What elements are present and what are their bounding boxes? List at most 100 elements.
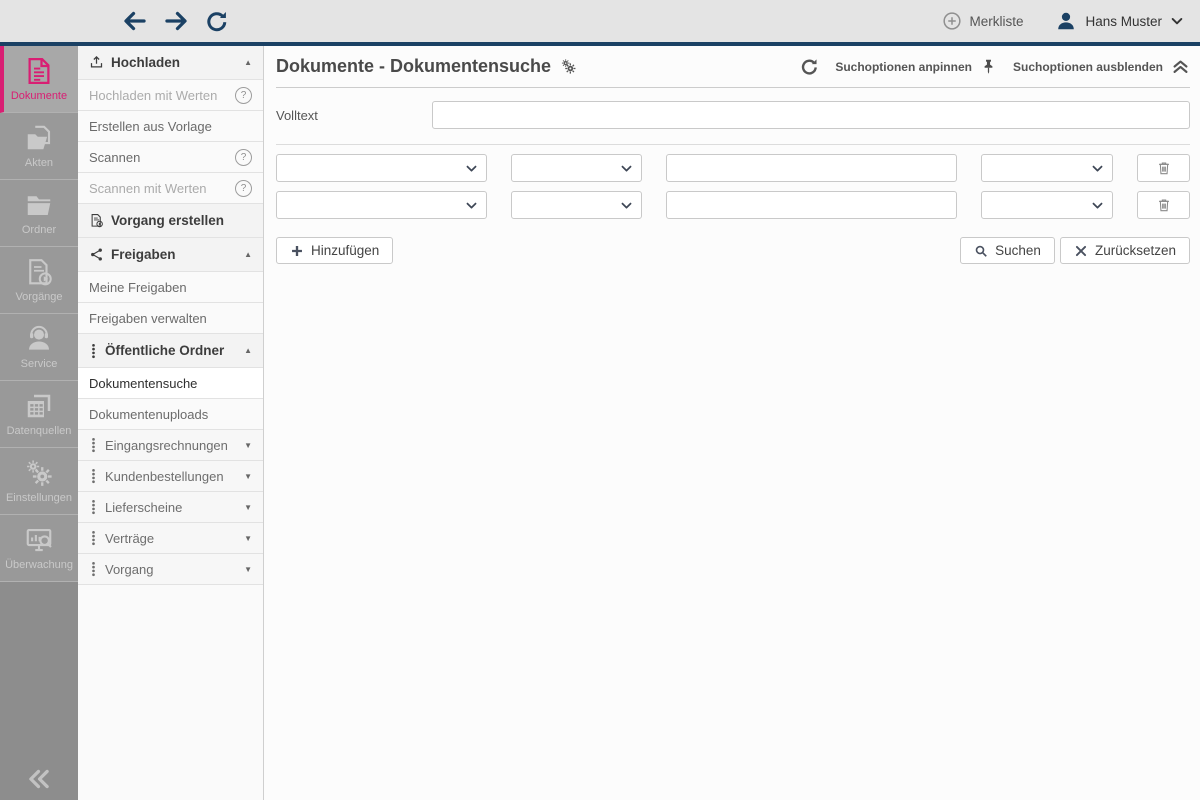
menu-item-vorgang-erstellen[interactable]: Vorgang erstellen [78, 204, 263, 238]
menu-item-freigaben-verwalten[interactable]: Freigaben verwalten [78, 303, 263, 334]
collapse-down-icon [244, 565, 252, 574]
main-content: Dokumente - Dokumentensuche Suchoptionen… [264, 46, 1200, 800]
collapse-down-icon [244, 534, 252, 543]
sidebar-item-label: Datenquellen [6, 425, 72, 437]
menu-item-eingangsrechnungen[interactable]: Eingangsrechnungen [78, 430, 263, 461]
upload-icon [89, 55, 104, 70]
sidebar-item-dokumente[interactable]: Dokumente [0, 46, 78, 113]
share-icon [89, 247, 104, 262]
page-title: Dokumente - Dokumentensuche [276, 56, 552, 76]
icon-sidebar-items: Dokumente Akten Ordner Vorgänge Service Daten… [0, 46, 78, 582]
filter-row [276, 154, 1190, 182]
menu-item-erstellen-aus-vorlage[interactable]: Erstellen aus Vorlage [78, 111, 263, 142]
collapse-up-icon [244, 346, 252, 355]
delete-row-button[interactable] [1137, 154, 1190, 182]
menu-item-dokumentensuche[interactable]: Dokumentensuche [78, 368, 263, 399]
add-filter-button[interactable]: Hinzufügen [276, 237, 394, 264]
menu-item-meine-freigaben[interactable]: Meine Freigaben [78, 272, 263, 303]
add-filter-label: Hinzufügen [311, 243, 380, 258]
menu-item-dokumentenuploads[interactable]: Dokumentenuploads [78, 399, 263, 430]
process-icon [89, 213, 104, 228]
search-button-label: Suchen [995, 243, 1041, 258]
menu-item-label: Vorgang [105, 561, 154, 577]
merkliste-button[interactable]: Merkliste [942, 11, 1023, 31]
sidebar-item-berwachung[interactable]: Überwachung [0, 515, 78, 582]
menu-item-label: Dokumentenuploads [89, 406, 209, 422]
collapse-down-icon [244, 472, 252, 481]
collapse-down-icon [244, 503, 252, 512]
filter-field-select[interactable] [276, 191, 487, 219]
sidebar-item-einstellungen[interactable]: Einstellungen [0, 448, 78, 515]
filter-value-input[interactable] [666, 191, 957, 219]
document-icon [24, 56, 54, 86]
help-icon[interactable] [235, 86, 252, 104]
sidebar-item-ordner[interactable]: Ordner [0, 180, 78, 247]
menu-item-label: Erstellen aus Vorlage [89, 118, 212, 134]
section-divider [276, 144, 1190, 145]
hide-search-options-label: Suchoptionen ausblenden [1012, 59, 1163, 74]
filter-connector-select[interactable] [981, 191, 1113, 219]
sidebar-item-label: Vorgänge [15, 291, 63, 303]
sidebar-item-datenquellen[interactable]: Datenquellen [0, 381, 78, 448]
plus-circle-icon [942, 11, 962, 31]
chevron-down-icon [620, 162, 633, 175]
datasource-icon [24, 391, 54, 421]
search-button[interactable]: Suchen [960, 237, 1055, 264]
user-menu[interactable]: Hans Muster [1055, 10, 1184, 32]
chevron-down-icon [620, 199, 633, 212]
hide-search-options-button[interactable]: Suchoptionen ausblenden [1013, 57, 1190, 76]
sidebar-item-akten[interactable]: Akten [0, 113, 78, 180]
pin-search-options-button[interactable]: Suchoptionen anpinnen [835, 58, 997, 75]
menu-item-vertr-ge[interactable]: Verträge [78, 523, 263, 554]
folder-icon [24, 190, 54, 220]
monitoring-icon [24, 525, 54, 555]
menu-item-label: Kundenbestellungen [105, 468, 224, 484]
dots-icon [89, 437, 98, 453]
gears-icon [24, 458, 54, 488]
fulltext-row: Volltext [276, 101, 1190, 129]
fulltext-input[interactable] [432, 101, 1190, 129]
menu-item-kundenbestellungen[interactable]: Kundenbestellungen [78, 461, 263, 492]
menu-item-freigaben[interactable]: Freigaben [78, 238, 263, 272]
search-refresh-icon[interactable] [800, 57, 819, 76]
icon-sidebar: Dokumente Akten Ordner Vorgänge Service Daten… [0, 46, 78, 800]
sidebar-item-label: Ordner [21, 224, 57, 236]
back-arrow-icon[interactable] [122, 8, 148, 34]
menu-item-hochladen[interactable]: Hochladen [78, 46, 263, 80]
menu-item-ffentliche-ordner[interactable]: Öffentliche Ordner [78, 334, 263, 368]
gear-icon[interactable] [560, 58, 577, 75]
menu-item-hochladen-mit-werten[interactable]: Hochladen mit Werten [78, 80, 263, 111]
forward-arrow-icon[interactable] [163, 8, 189, 34]
sidebar-collapse-button[interactable] [0, 766, 78, 792]
filter-field-select[interactable] [276, 154, 487, 182]
actions-row: Hinzufügen Suchen Zurücksetzen [276, 237, 1190, 264]
sidebar-item-service[interactable]: Service [0, 314, 78, 381]
filter-operator-select[interactable] [511, 154, 642, 182]
menu-item-scannen[interactable]: Scannen [78, 142, 263, 173]
sidebar-item-vorg-nge[interactable]: Vorgänge [0, 247, 78, 314]
topbar: Merkliste Hans Muster [0, 0, 1200, 46]
menu-item-label: Eingangsrechnungen [105, 437, 228, 453]
pin-icon [980, 58, 997, 75]
menu-item-scannen-mit-werten[interactable]: Scannen mit Werten [78, 173, 263, 204]
menu-item-vorgang[interactable]: Vorgang [78, 554, 263, 585]
merkliste-label: Merkliste [969, 13, 1024, 29]
menu-item-label: Öffentliche Ordner [105, 343, 225, 358]
menu-item-label: Dokumentensuche [89, 375, 198, 391]
refresh-icon[interactable] [204, 8, 230, 34]
collapse-up-icon [244, 58, 252, 67]
delete-row-button[interactable] [1137, 191, 1190, 219]
trash-icon [1156, 197, 1172, 213]
filter-operator-select[interactable] [511, 191, 642, 219]
plus-icon [290, 244, 304, 258]
double-chevron-left-icon [26, 766, 52, 792]
menu-item-label: Scannen [89, 149, 141, 165]
chevron-down-icon [465, 162, 478, 175]
help-icon[interactable] [235, 179, 252, 197]
reset-button[interactable]: Zurücksetzen [1059, 237, 1190, 264]
secondary-menu: Hochladen Hochladen mit Werten Erstellen a… [78, 46, 264, 800]
menu-item-lieferscheine[interactable]: Lieferscheine [78, 492, 263, 523]
help-icon[interactable] [235, 148, 252, 166]
filter-connector-select[interactable] [981, 154, 1113, 182]
filter-value-input[interactable] [666, 154, 957, 182]
